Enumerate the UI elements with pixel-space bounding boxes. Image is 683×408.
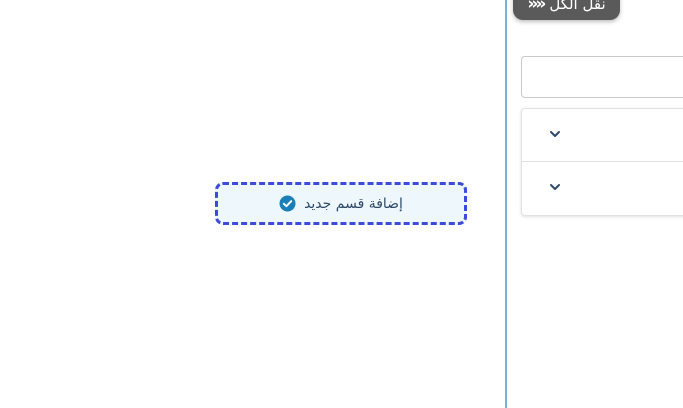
page: إضافة قسم جديد نقل الكل ««	[0, 0, 683, 408]
collapse-all-label: نقل الكل	[549, 0, 606, 13]
builder-canvas: إضافة قسم جديد	[0, 0, 505, 408]
chevron-down-icon[interactable]	[548, 180, 562, 194]
chevron-down-icon[interactable]	[548, 127, 562, 141]
double-chevron-left-icon: ««	[527, 0, 546, 14]
add-section-label: إضافة قسم جديد	[304, 195, 403, 212]
check-circle-icon	[279, 195, 296, 212]
add-new-section-button[interactable]: إضافة قسم جديد	[215, 182, 467, 225]
accordion-item[interactable]	[522, 109, 683, 162]
accordion-list	[521, 108, 683, 216]
collapse-all-button[interactable]: نقل الكل ««	[513, 0, 620, 20]
accordion-item[interactable]	[522, 162, 683, 215]
side-panel: نقل الكل ««	[507, 0, 683, 408]
search-input[interactable]	[521, 56, 683, 98]
